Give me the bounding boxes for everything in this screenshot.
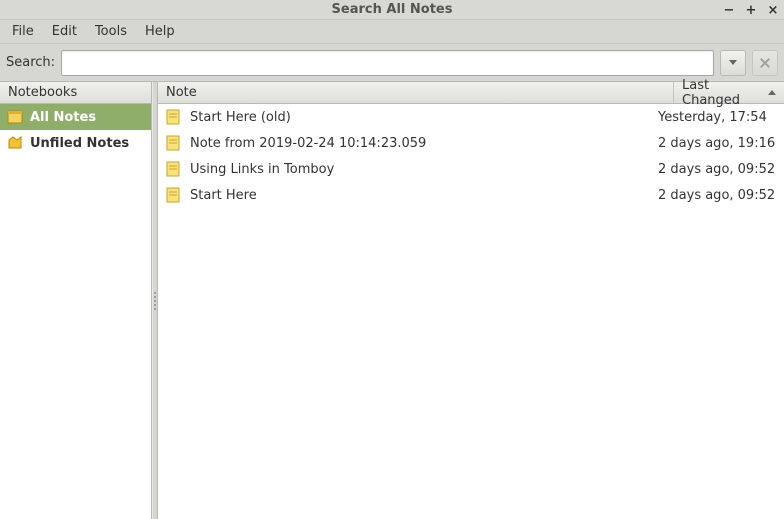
unfiled-icon xyxy=(6,134,24,152)
sidebar-item-label: All Notes xyxy=(30,110,96,125)
maximize-button[interactable]: + xyxy=(744,3,758,18)
note-changed: 2 days ago, 09:52 xyxy=(658,162,778,177)
notes-header-row: Note Last Changed xyxy=(158,82,784,104)
close-button[interactable]: × xyxy=(766,3,780,18)
column-last-changed[interactable]: Last Changed xyxy=(674,82,784,103)
note-icon xyxy=(164,108,182,126)
column-note[interactable]: Note xyxy=(158,82,674,103)
search-toolbar: Search: xyxy=(0,44,784,82)
sidebar-item-all-notes[interactable]: All Notes xyxy=(0,104,151,130)
note-icon xyxy=(164,160,182,178)
menu-file[interactable]: File xyxy=(4,21,42,42)
note-name: Using Links in Tomboy xyxy=(190,162,650,177)
search-input[interactable] xyxy=(61,50,714,76)
sidebar-item-label: Unfiled Notes xyxy=(30,136,129,151)
menu-help[interactable]: Help xyxy=(137,21,183,42)
search-dropdown-button[interactable] xyxy=(720,50,746,76)
note-row[interactable]: Start Here 2 days ago, 09:52 xyxy=(158,182,784,208)
column-note-label: Note xyxy=(166,85,197,100)
chevron-down-icon xyxy=(729,60,737,65)
sidebar: Notebooks All Notes Unfiled Notes xyxy=(0,82,152,519)
notes-pane: Note Last Changed Start Here (old) Yeste… xyxy=(158,82,784,519)
note-row[interactable]: Using Links in Tomboy 2 days ago, 09:52 xyxy=(158,156,784,182)
window-controls: − + × xyxy=(722,0,780,20)
menu-edit[interactable]: Edit xyxy=(44,21,85,42)
column-changed-label: Last Changed xyxy=(682,78,762,108)
clear-search-button[interactable] xyxy=(752,50,778,76)
grip-icon xyxy=(154,291,156,311)
note-changed: 2 days ago, 09:52 xyxy=(658,188,778,203)
note-name: Note from 2019-02-24 10:14:23.059 xyxy=(190,136,650,151)
clear-icon xyxy=(759,57,771,69)
note-changed: Yesterday, 17:54 xyxy=(658,110,778,125)
note-icon xyxy=(164,186,182,204)
note-row[interactable]: Note from 2019-02-24 10:14:23.059 2 days… xyxy=(158,130,784,156)
sort-ascending-icon xyxy=(768,90,776,95)
minimize-button[interactable]: − xyxy=(722,3,736,18)
main-split: Notebooks All Notes Unfiled Notes Not xyxy=(0,82,784,519)
sidebar-header[interactable]: Notebooks xyxy=(0,82,151,103)
note-row[interactable]: Start Here (old) Yesterday, 17:54 xyxy=(158,104,784,130)
title-bar: Search All Notes − + × xyxy=(0,0,784,20)
notebook-icon xyxy=(6,108,24,126)
sidebar-header-row: Notebooks xyxy=(0,82,151,104)
app-window: Search All Notes − + × File Edit Tools H… xyxy=(0,0,784,519)
sidebar-item-unfiled-notes[interactable]: Unfiled Notes xyxy=(0,130,151,156)
window-title: Search All Notes xyxy=(332,2,453,17)
search-label: Search: xyxy=(6,55,55,70)
menu-bar: File Edit Tools Help xyxy=(0,20,784,44)
menu-tools[interactable]: Tools xyxy=(87,21,135,42)
note-changed: 2 days ago, 19:16 xyxy=(658,136,778,151)
note-name: Start Here xyxy=(190,188,650,203)
note-icon xyxy=(164,134,182,152)
note-name: Start Here (old) xyxy=(190,110,650,125)
